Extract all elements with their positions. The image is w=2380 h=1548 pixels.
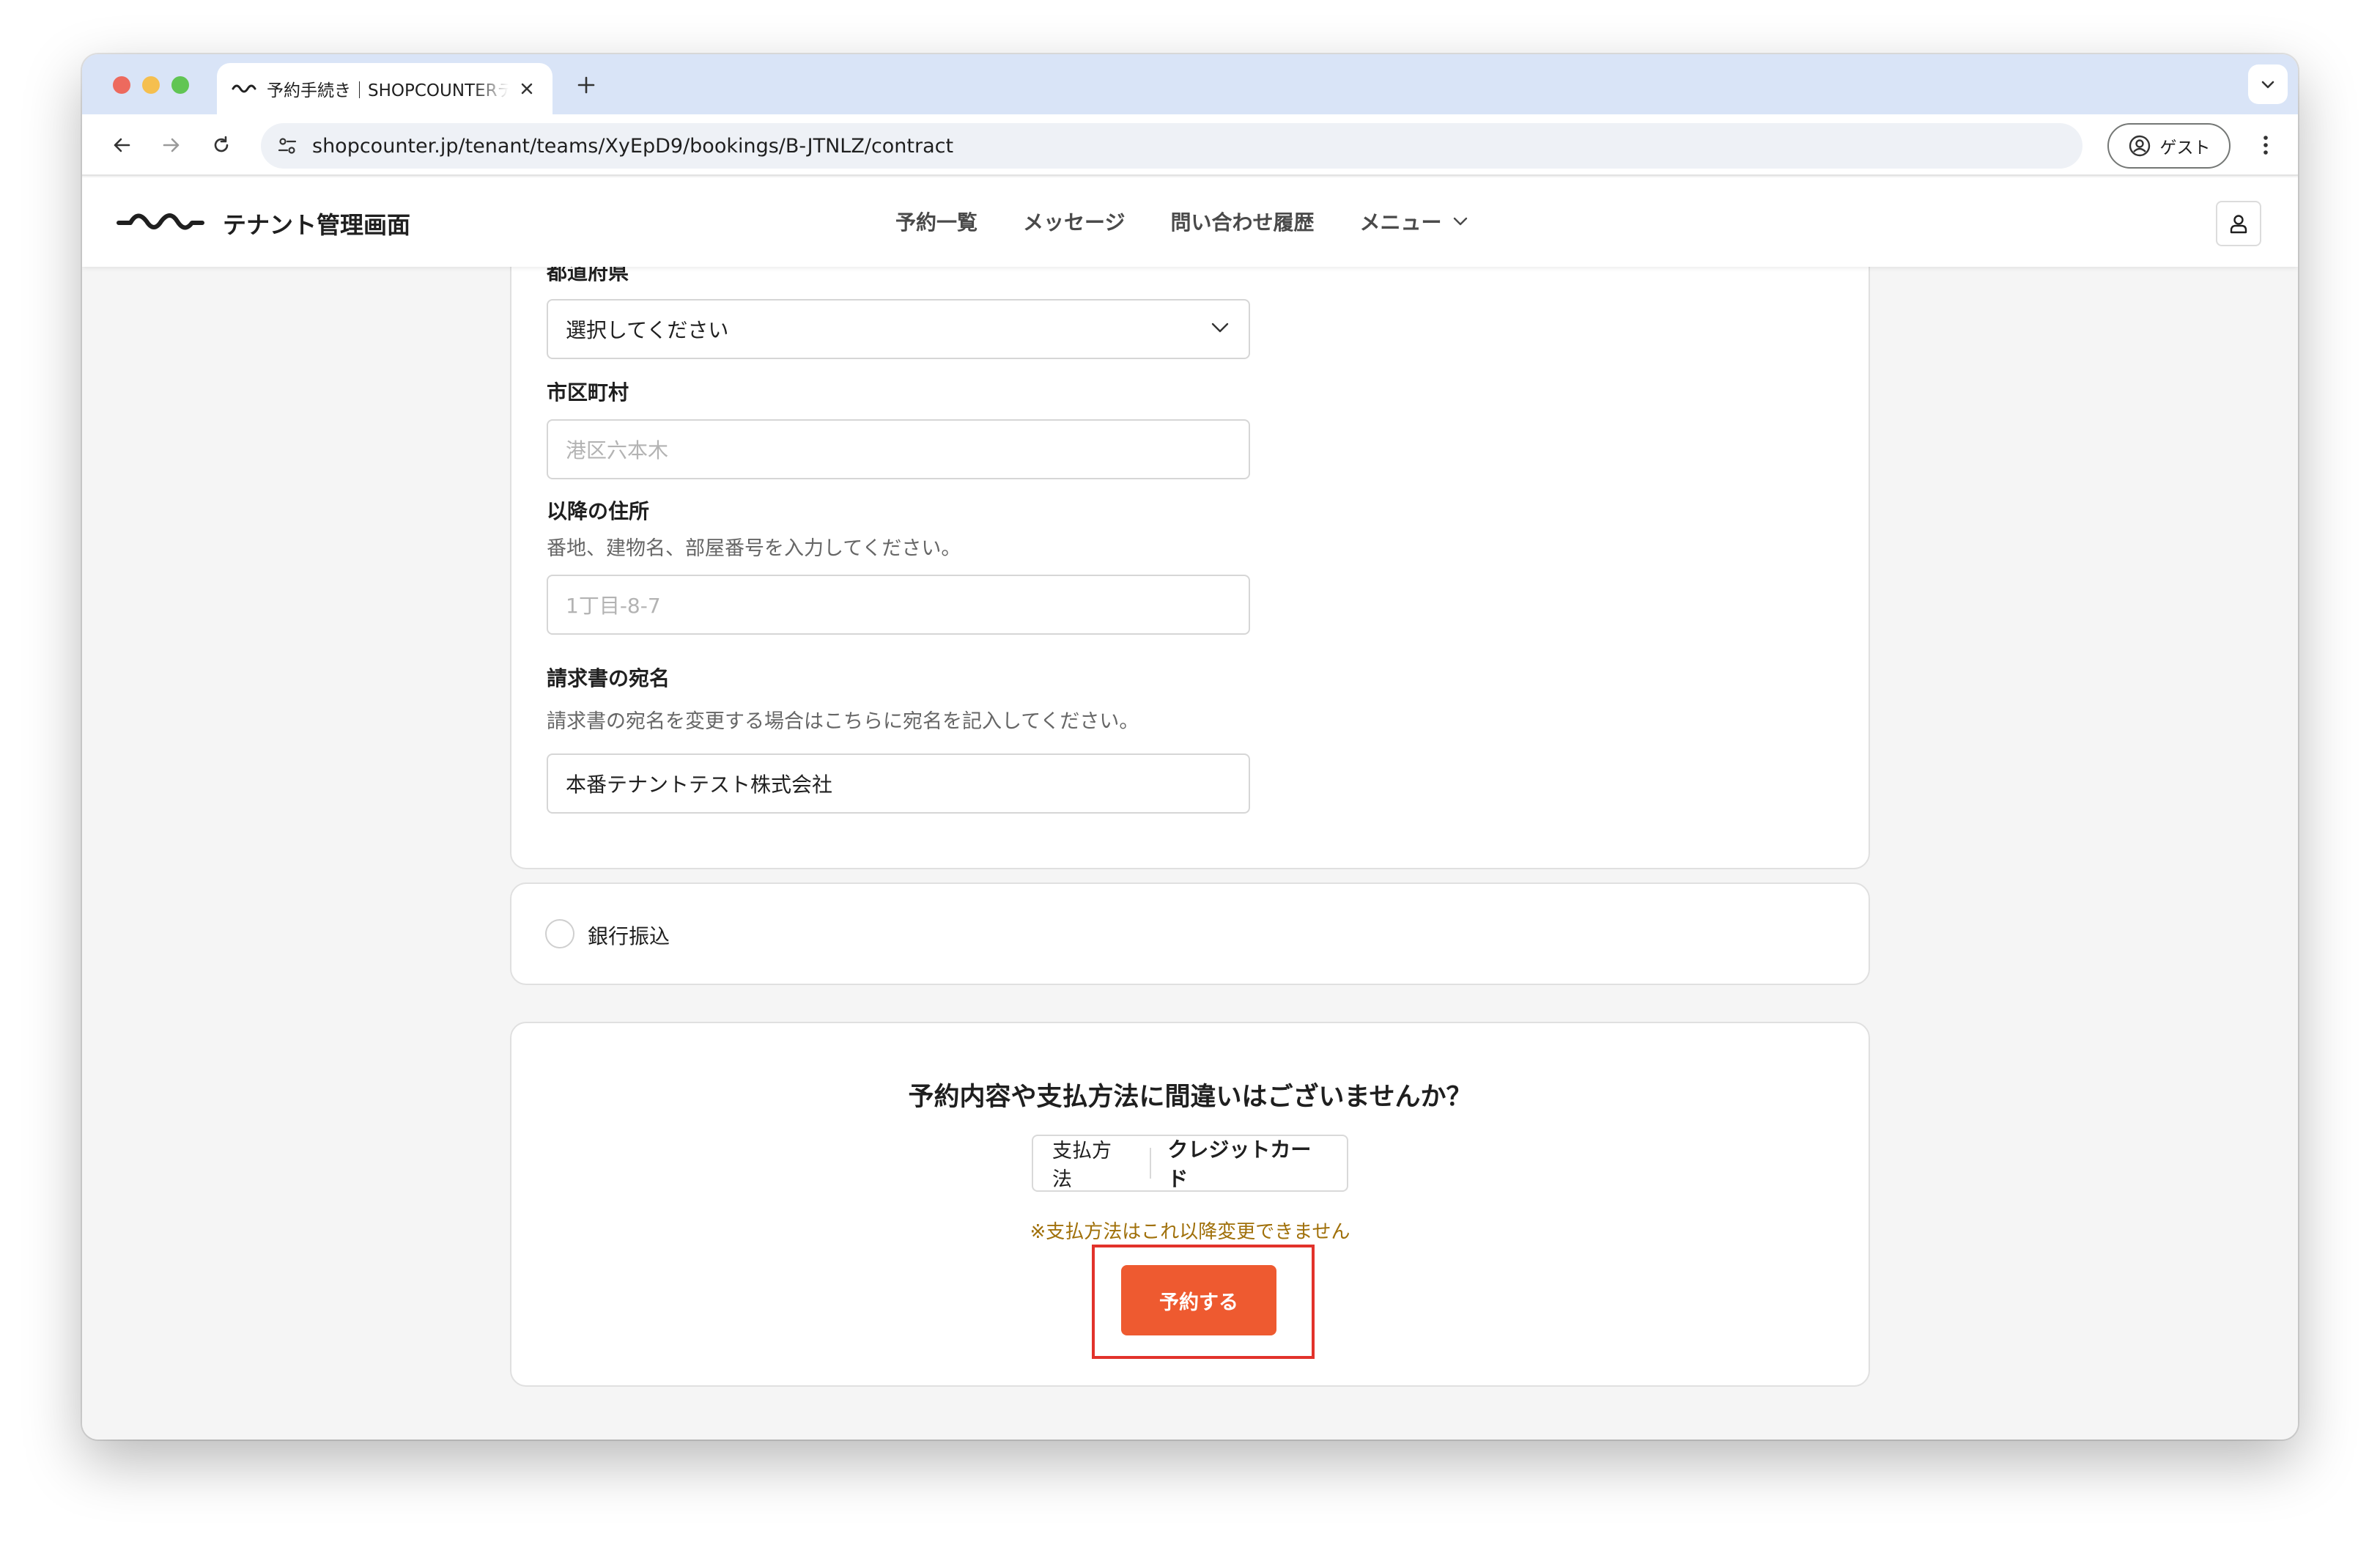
nav-messages[interactable]: メッセージ xyxy=(1023,207,1125,236)
maximize-window-button[interactable] xyxy=(171,76,189,94)
user-account-button[interactable] xyxy=(2216,201,2261,246)
payment-method-summary: 支払方法 クレジットカード xyxy=(1032,1135,1348,1192)
chevron-down-icon xyxy=(1211,322,1229,333)
address-bar[interactable]: shopcounter.jp/tenant/teams/XyEpD9/booki… xyxy=(261,123,2082,169)
page-content: 都道府県 選択してください 市区町村 港区六本木 以降の住所 番地、建物名、部屋… xyxy=(82,267,2298,1440)
prefecture-select-value: 選択してください xyxy=(566,318,729,342)
address-placeholder: 1丁目-8-7 xyxy=(566,594,661,618)
tab-close-icon[interactable] xyxy=(516,78,538,100)
new-tab-plus-icon[interactable] xyxy=(573,72,599,98)
confirm-title: 予約内容や支払方法に間違いはございませんか？ xyxy=(908,1083,1472,1112)
city-label: 市区町村 xyxy=(547,380,629,405)
city-input[interactable]: 港区六本木 xyxy=(547,419,1250,479)
app-title: テナント管理画面 xyxy=(223,211,411,239)
chevron-down-icon xyxy=(1453,217,1467,226)
tab-title: 予約手続き｜SHOPCOUNTERテナント管理画面 xyxy=(267,81,509,100)
address-form-card: 都道府県 選択してください 市区町村 港区六本木 以降の住所 番地、建物名、部屋… xyxy=(510,267,1870,869)
more-menu-icon[interactable] xyxy=(2248,128,2283,163)
address-input[interactable]: 1丁目-8-7 xyxy=(547,575,1250,635)
tab-search-chevron-icon[interactable] xyxy=(2248,64,2288,104)
main-nav: 予約一覧 メッセージ 問い合わせ履歴 メニュー xyxy=(895,207,1468,236)
invoice-name-label: 請求書の宛名 xyxy=(547,666,670,690)
bank-transfer-label: 銀行振込 xyxy=(588,924,670,948)
prefecture-select[interactable]: 選択してください xyxy=(547,299,1250,359)
bank-transfer-option[interactable]: 銀行振込 xyxy=(510,882,1870,985)
close-window-button[interactable] xyxy=(113,76,130,94)
nav-menu-label: メニュー xyxy=(1359,210,1442,235)
bank-transfer-radio[interactable] xyxy=(545,919,574,948)
guest-label: ゲスト xyxy=(2159,139,2211,158)
confirm-card: 予約内容や支払方法に間違いはございませんか？ 支払方法 クレジットカード ※支払… xyxy=(510,1022,1870,1387)
browser-toolbar: shopcounter.jp/tenant/teams/XyEpD9/booki… xyxy=(82,114,2298,176)
site-settings-icon[interactable] xyxy=(273,131,302,161)
nav-inquiries[interactable]: 問い合わせ履歴 xyxy=(1170,207,1314,236)
invoice-name-help: 請求書の宛名を変更する場合はこちらに宛名を記入してください。 xyxy=(547,710,1139,733)
shopcounter-logo-icon[interactable] xyxy=(116,205,205,237)
address-help: 番地、建物名、部屋番号を入力してください。 xyxy=(547,537,961,560)
guest-profile-button[interactable]: ゲスト xyxy=(2107,123,2231,169)
tab-strip: 予約手続き｜SHOPCOUNTERテナント管理画面 xyxy=(82,54,2298,114)
shopcounter-wave-icon xyxy=(232,84,256,93)
nav-menu[interactable]: メニュー xyxy=(1359,207,1468,236)
browser-window: 予約手続き｜SHOPCOUNTERテナント管理画面 xyxy=(82,54,2298,1440)
prefecture-label: 都道府県 xyxy=(547,267,629,284)
payment-warning: ※支払方法はこれ以降変更できません xyxy=(1030,1221,1350,1243)
address-label: 以降の住所 xyxy=(547,499,650,523)
reload-icon[interactable] xyxy=(204,128,239,163)
payment-method-label: 支払方法 xyxy=(1033,1140,1152,1191)
user-icon xyxy=(2230,215,2247,234)
app-header: テナント管理画面 予約一覧 メッセージ 問い合わせ履歴 メニュー xyxy=(82,177,2298,267)
profile-icon xyxy=(2129,135,2150,157)
back-arrow-icon[interactable] xyxy=(104,128,139,163)
nav-bookings[interactable]: 予約一覧 xyxy=(895,207,978,236)
invoice-name-value: 本番テナントテスト株式会社 xyxy=(566,773,833,797)
forward-arrow-icon[interactable] xyxy=(154,128,189,163)
city-placeholder: 港区六本木 xyxy=(566,438,669,462)
invoice-name-input[interactable]: 本番テナントテスト株式会社 xyxy=(547,753,1250,814)
minimize-window-button[interactable] xyxy=(142,76,160,94)
url-text: shopcounter.jp/tenant/teams/XyEpD9/booki… xyxy=(312,134,954,158)
browser-tab[interactable]: 予約手続き｜SHOPCOUNTERテナント管理画面 xyxy=(217,63,552,114)
book-button[interactable]: 予約する xyxy=(1121,1265,1276,1335)
payment-method-value: クレジットカード xyxy=(1167,1138,1312,1191)
